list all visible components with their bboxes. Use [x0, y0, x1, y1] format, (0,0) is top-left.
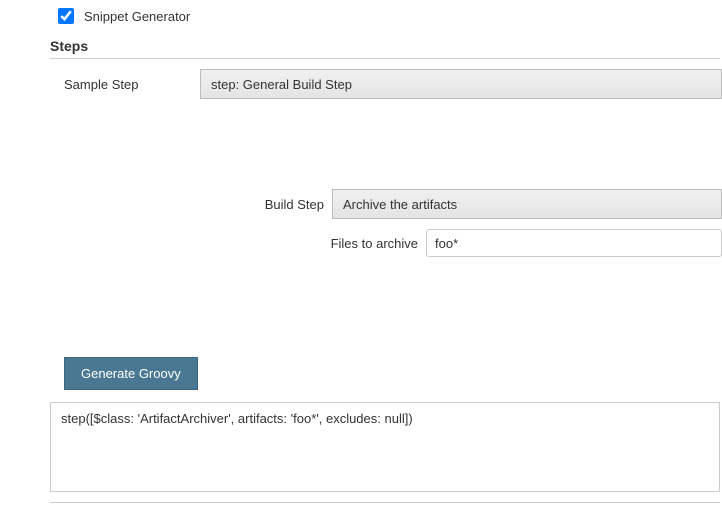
files-to-archive-label: Files to archive: [50, 236, 426, 251]
generated-snippet-output[interactable]: [50, 402, 720, 492]
generate-groovy-button[interactable]: Generate Groovy: [64, 357, 198, 390]
steps-heading: Steps: [50, 38, 720, 59]
divider: [50, 502, 720, 503]
sample-step-select[interactable]: step: General Build Step: [200, 69, 722, 99]
snippet-generator-label: Snippet Generator: [84, 9, 190, 24]
sample-step-label: Sample Step: [50, 77, 200, 92]
snippet-generator-checkbox[interactable]: [58, 8, 74, 24]
build-step-select[interactable]: Archive the artifacts: [332, 189, 722, 219]
files-to-archive-input[interactable]: [426, 229, 722, 257]
build-step-label: Build Step: [50, 197, 332, 212]
